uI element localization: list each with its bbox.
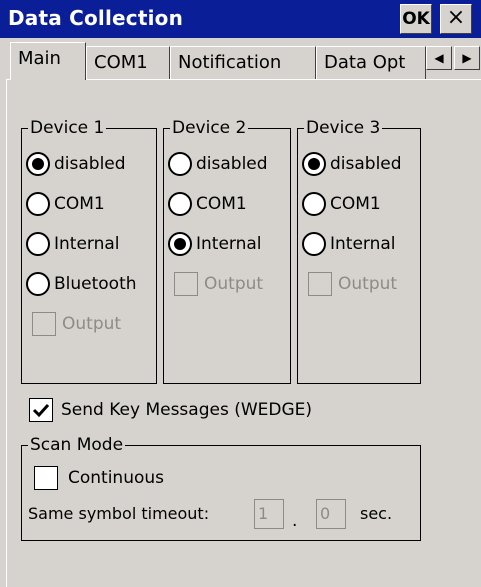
tab-main[interactable]: Main (10, 42, 86, 80)
radio-indicator (168, 152, 192, 176)
radio-label: Bluetooth (54, 274, 137, 294)
continuous-label: Continuous (68, 468, 165, 488)
device-2-output-label: Output (204, 274, 264, 294)
radio-label: COM1 (330, 194, 381, 214)
radio-indicator (302, 152, 326, 176)
radio-indicator (302, 192, 326, 216)
close-button[interactable]: × (440, 4, 472, 34)
device-2-group: Device 2 disabled COM1 Internal Output (163, 118, 291, 384)
radio-indicator (168, 192, 192, 216)
radio-label: Internal (330, 234, 396, 254)
continuous-checkbox[interactable] (34, 466, 58, 490)
wedge-label: Send Key Messages (WEDGE) (61, 400, 313, 420)
radio-indicator (26, 272, 50, 296)
tab-notification[interactable]: Notification (170, 46, 316, 80)
check-mark-icon (32, 403, 50, 418)
timeout-unit: sec. (360, 504, 393, 523)
device-2-label: Device 2 (170, 118, 249, 138)
tab-data-options[interactable]: Data Opt (316, 46, 426, 80)
timeout-tenths-field[interactable]: 0 (316, 499, 346, 529)
tab-panel-main: Device 1 disabled COM1 Internal Bluetoot… (6, 79, 481, 587)
scan-mode-group: Scan Mode Continuous Same symbol timeout… (21, 435, 421, 541)
radio-indicator (26, 192, 50, 216)
device-3-output-label: Output (338, 274, 398, 294)
radio-label: Internal (196, 234, 262, 254)
radio-label: COM1 (54, 194, 105, 214)
scan-mode-label: Scan Mode (28, 435, 126, 455)
radio-label: COM1 (196, 194, 247, 214)
radio-indicator (302, 232, 326, 256)
tab-scroll-right-icon[interactable]: ▶ (454, 46, 480, 70)
radio-label: Internal (54, 234, 120, 254)
device-3-label: Device 3 (304, 118, 383, 138)
title-bar: Data Collection OK × (0, 0, 481, 38)
radio-indicator (168, 232, 192, 256)
timeout-label: Same symbol timeout: (28, 504, 210, 523)
ok-button[interactable]: OK (400, 4, 432, 34)
tab-com1[interactable]: COM1 (86, 46, 170, 80)
radio-indicator (26, 152, 50, 176)
radio-label: disabled (330, 154, 402, 174)
timeout-seconds-field[interactable]: 1 (254, 499, 284, 529)
device-3-output-checkbox[interactable] (308, 272, 332, 296)
window-title: Data Collection (8, 6, 184, 30)
device-2-output-checkbox[interactable] (174, 272, 198, 296)
device-1-label: Device 1 (28, 118, 107, 138)
tab-scroll-left-icon[interactable]: ◀ (426, 46, 452, 70)
tab-scroll-buttons: ◀ ▶ (426, 46, 480, 70)
device-3-group: Device 3 disabled COM1 Internal Output (297, 118, 421, 384)
radio-label: disabled (196, 154, 268, 174)
device-1-output-label: Output (62, 314, 122, 334)
device-1-output-checkbox[interactable] (32, 312, 56, 336)
device-1-group: Device 1 disabled COM1 Internal Bluetoot… (21, 118, 157, 384)
radio-label: disabled (54, 154, 126, 174)
wedge-checkbox[interactable] (29, 398, 53, 422)
radio-indicator (26, 232, 50, 256)
timeout-separator: . (292, 511, 298, 531)
